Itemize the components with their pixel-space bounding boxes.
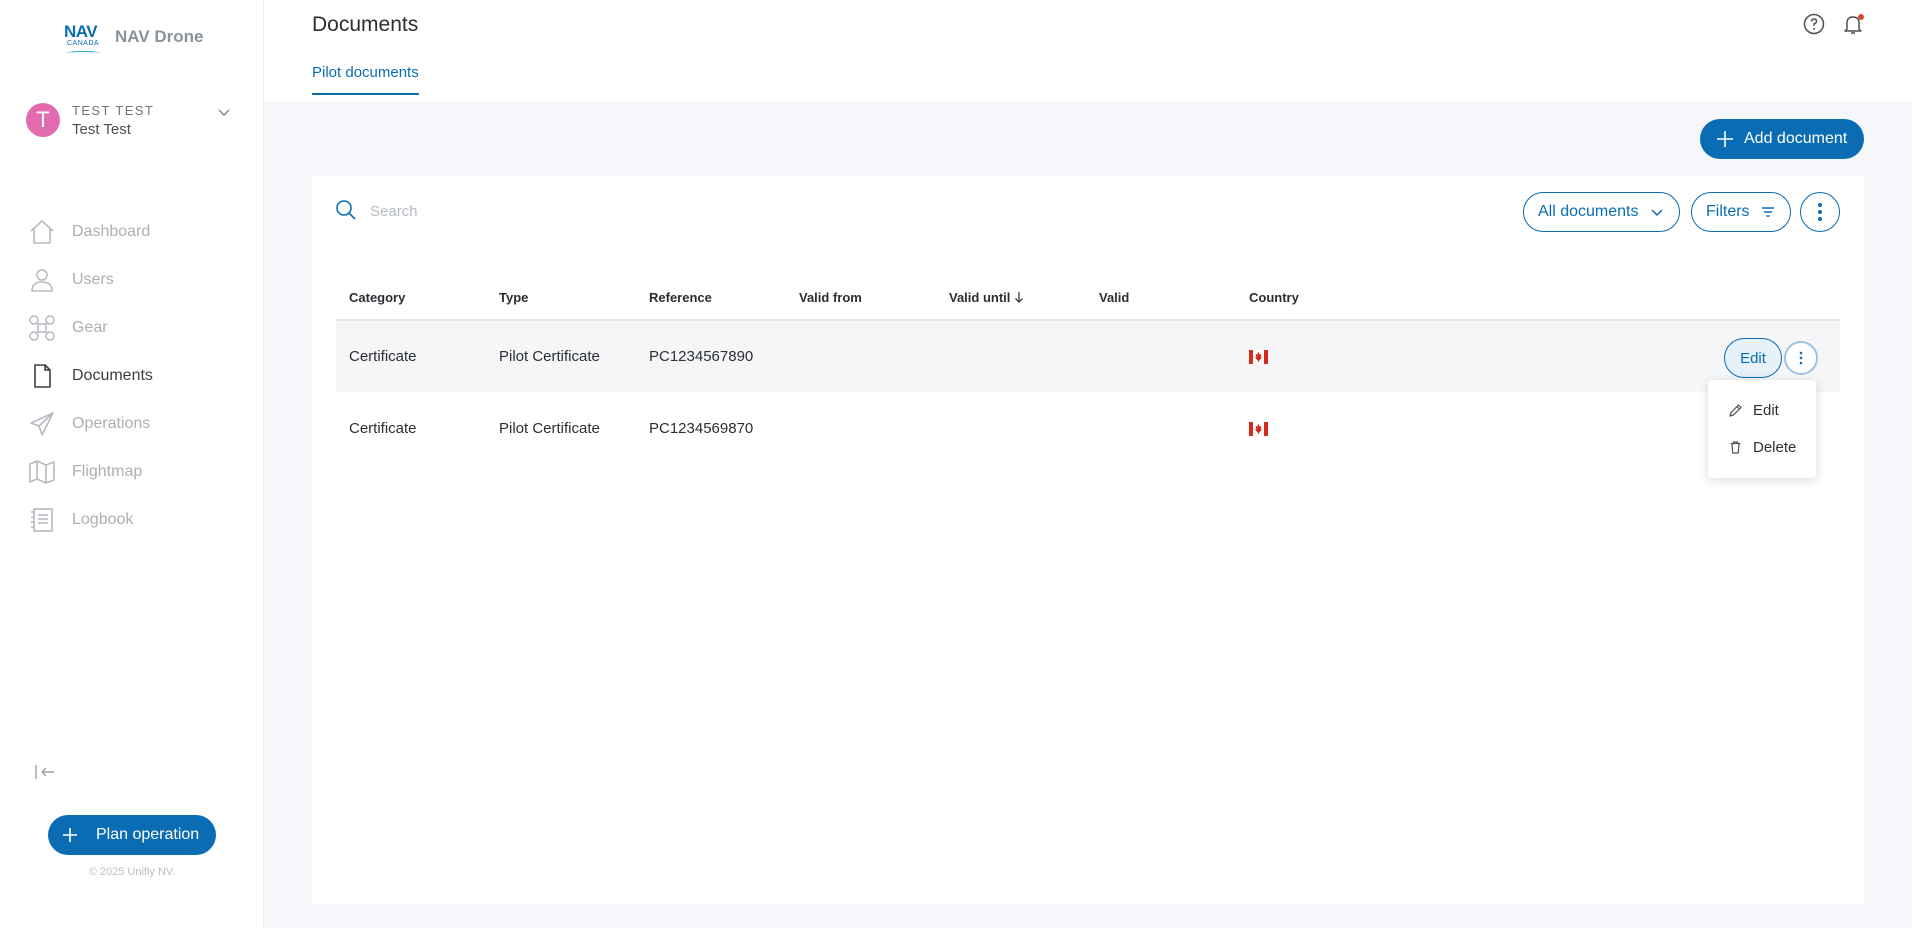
document-scope-select[interactable]: All documents	[1523, 192, 1680, 232]
notification-dot	[1858, 14, 1864, 20]
sidebar-item-users[interactable]: Users	[28, 256, 238, 304]
logo-nav-text: NAV	[64, 22, 98, 41]
document-icon	[34, 364, 51, 388]
plan-operation-label: Plan operation	[96, 826, 200, 843]
cell-type: Pilot Certificate	[486, 320, 636, 392]
kebab-icon	[1799, 351, 1803, 365]
chevron-down-icon	[1650, 209, 1663, 217]
sidebar-item-dashboard[interactable]: Dashboard	[28, 208, 238, 256]
filters-button[interactable]: Filters	[1691, 192, 1791, 232]
sidebar-item-gear[interactable]: Gear	[28, 304, 238, 352]
sidebar-item-label: Users	[72, 271, 114, 288]
column-header-valid-from[interactable]: Valid from	[786, 276, 936, 321]
table-header-row: Category Type Reference Valid from Valid…	[336, 276, 1840, 321]
cell-type: Pilot Certificate	[499, 419, 600, 437]
sidebar-item-label: Flightmap	[72, 463, 143, 480]
page-title: Documents	[312, 13, 419, 36]
more-options-button[interactable]	[1800, 192, 1840, 232]
add-document-button[interactable]: Add document	[1700, 119, 1864, 159]
cell-category: Certificate	[349, 419, 417, 437]
menu-item-label: Edit	[1753, 401, 1779, 419]
column-header-valid[interactable]: Valid	[1086, 276, 1236, 321]
cell-valid-until	[936, 320, 1086, 392]
menu-item-label: Delete	[1753, 438, 1797, 456]
filters-label: Filters	[1706, 203, 1750, 220]
cell-reference: PC1234567890	[636, 320, 786, 392]
main-nav: Dashboard Users Gear Documents Operation…	[28, 208, 238, 544]
document-scope-value: All documents	[1538, 203, 1639, 220]
sidebar-item-operations[interactable]: Operations	[28, 400, 238, 448]
cell-category: Certificate	[336, 320, 486, 392]
page-header: Documents Pilot documents	[264, 0, 1912, 103]
add-document-label: Add document	[1744, 130, 1848, 147]
logo-canada-text: CANADA	[67, 40, 100, 47]
documents-card: All documents Filters Category Type Refe…	[312, 176, 1864, 904]
user-switcher[interactable]: T TEST TEST Test Test	[26, 100, 236, 140]
sidebar-item-logbook[interactable]: Logbook	[28, 496, 238, 544]
user-icon	[31, 269, 53, 292]
column-header-category[interactable]: Category	[336, 276, 486, 321]
map-icon	[29, 460, 55, 484]
column-header-actions	[1386, 276, 1840, 321]
canada-flag-icon	[1249, 350, 1268, 365]
notifications-button[interactable]	[1841, 12, 1865, 36]
cell-country	[1236, 392, 1386, 464]
row-actions-menu: Edit Delete	[1708, 380, 1816, 478]
plus-icon	[1717, 131, 1733, 147]
search-icon	[336, 200, 356, 220]
search-input[interactable]	[370, 200, 770, 222]
plan-operation-button[interactable]: Plan operation	[48, 815, 216, 855]
chevron-down-icon[interactable]	[216, 104, 232, 120]
help-icon[interactable]	[1802, 12, 1826, 36]
app-name: NAV Drone	[115, 27, 204, 46]
sidebar-item-documents[interactable]: Documents	[28, 352, 238, 400]
menu-item-edit[interactable]: Edit	[1708, 392, 1816, 428]
copyright: © 2025 Unifly NV.	[88, 866, 176, 878]
cell-valid	[1086, 392, 1236, 464]
plus-icon	[63, 828, 77, 842]
tab-pilot-documents[interactable]: Pilot documents	[312, 64, 419, 95]
sidebar-item-label: Operations	[72, 415, 151, 432]
user-name: Test Test	[72, 120, 131, 138]
canada-flag-icon	[1249, 421, 1268, 436]
filter-icon	[1761, 207, 1774, 217]
home-icon	[30, 220, 54, 244]
cell-valid-from	[786, 320, 936, 392]
kebab-icon	[1818, 203, 1822, 221]
column-header-valid-until[interactable]: Valid until	[936, 276, 1086, 321]
collapse-sidebar-icon[interactable]	[34, 762, 56, 782]
table-row[interactable]: Certificate Pilot Certificate PC12345698…	[336, 392, 1840, 464]
sort-down-arrow-icon	[1015, 292, 1024, 303]
sidebar-item-flightmap[interactable]: Flightmap	[28, 448, 238, 496]
sidebar-item-label: Logbook	[72, 511, 134, 528]
logbook-icon	[31, 508, 53, 532]
avatar: T	[26, 103, 60, 137]
sidebar: NAV CANADA NAV Drone T TEST TEST Test Te…	[0, 0, 264, 928]
nav-canada-logo-mark: NAV CANADA	[64, 22, 104, 54]
sidebar-item-label: Dashboard	[72, 223, 151, 240]
pencil-icon	[1729, 403, 1742, 417]
row-more-options-button[interactable]	[1784, 341, 1818, 375]
row-edit-button[interactable]: Edit	[1724, 338, 1782, 378]
cell-valid-from	[786, 392, 936, 464]
column-header-label: Valid until	[949, 290, 1011, 305]
nav-canada-logo[interactable]: NAV CANADA NAV Drone	[64, 22, 203, 54]
trash-icon	[1730, 440, 1741, 454]
menu-item-delete[interactable]: Delete	[1708, 429, 1816, 465]
sidebar-item-label: Gear	[72, 319, 108, 336]
drone-icon	[29, 315, 55, 341]
sidebar-item-label: Documents	[72, 367, 153, 384]
logo-swoosh	[66, 51, 100, 55]
column-header-type[interactable]: Type	[486, 276, 636, 321]
cell-country	[1236, 320, 1386, 392]
cell-reference: PC1234569870	[649, 419, 754, 437]
documents-table: Category Type Reference Valid from Valid…	[336, 276, 1840, 464]
user-org: TEST TEST	[72, 102, 155, 118]
paper-plane-icon	[30, 412, 54, 436]
column-header-country[interactable]: Country	[1236, 276, 1386, 321]
cell-valid	[1086, 320, 1236, 392]
cell-valid-until	[936, 392, 1086, 464]
column-header-reference[interactable]: Reference	[636, 276, 786, 321]
table-row[interactable]: Certificate Pilot Certificate PC12345678…	[336, 320, 1840, 392]
